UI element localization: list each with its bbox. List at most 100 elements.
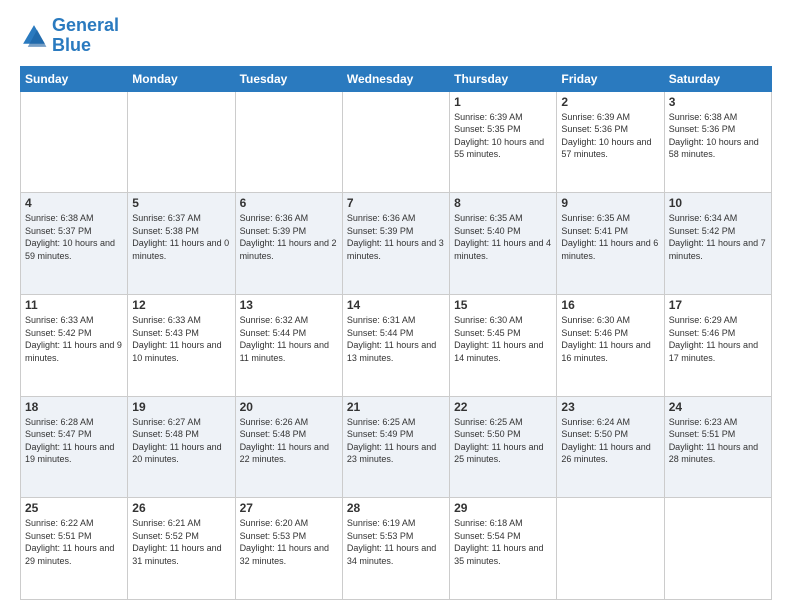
calendar-cell: 10 Sunrise: 6:34 AM Sunset: 5:42 PM Dayli… [664, 193, 771, 295]
calendar-cell: 14 Sunrise: 6:31 AM Sunset: 5:44 PM Dayli… [342, 294, 449, 396]
calendar-cell: 24 Sunrise: 6:23 AM Sunset: 5:51 PM Dayli… [664, 396, 771, 498]
day-info: Sunrise: 6:33 AM Sunset: 5:43 PM Dayligh… [132, 314, 230, 364]
week-row-3: 11 Sunrise: 6:33 AM Sunset: 5:42 PM Dayli… [21, 294, 772, 396]
day-info: Sunrise: 6:32 AM Sunset: 5:44 PM Dayligh… [240, 314, 338, 364]
calendar-cell: 9 Sunrise: 6:35 AM Sunset: 5:41 PM Daylig… [557, 193, 664, 295]
day-info: Sunrise: 6:21 AM Sunset: 5:52 PM Dayligh… [132, 517, 230, 567]
calendar-cell: 5 Sunrise: 6:37 AM Sunset: 5:38 PM Daylig… [128, 193, 235, 295]
day-info: Sunrise: 6:18 AM Sunset: 5:54 PM Dayligh… [454, 517, 552, 567]
calendar-cell: 16 Sunrise: 6:30 AM Sunset: 5:46 PM Dayli… [557, 294, 664, 396]
day-info: Sunrise: 6:35 AM Sunset: 5:41 PM Dayligh… [561, 212, 659, 262]
day-number: 8 [454, 196, 552, 210]
header: General Blue [20, 16, 772, 56]
calendar-table: SundayMondayTuesdayWednesdayThursdayFrid… [20, 66, 772, 600]
calendar-cell: 27 Sunrise: 6:20 AM Sunset: 5:53 PM Dayli… [235, 498, 342, 600]
calendar-cell: 11 Sunrise: 6:33 AM Sunset: 5:42 PM Dayli… [21, 294, 128, 396]
weekday-header-thursday: Thursday [450, 66, 557, 91]
calendar-cell [235, 91, 342, 193]
day-info: Sunrise: 6:30 AM Sunset: 5:45 PM Dayligh… [454, 314, 552, 364]
weekday-header-monday: Monday [128, 66, 235, 91]
day-info: Sunrise: 6:22 AM Sunset: 5:51 PM Dayligh… [25, 517, 123, 567]
calendar-cell: 12 Sunrise: 6:33 AM Sunset: 5:43 PM Dayli… [128, 294, 235, 396]
day-number: 26 [132, 501, 230, 515]
day-number: 7 [347, 196, 445, 210]
calendar-cell: 1 Sunrise: 6:39 AM Sunset: 5:35 PM Daylig… [450, 91, 557, 193]
calendar-cell: 3 Sunrise: 6:38 AM Sunset: 5:36 PM Daylig… [664, 91, 771, 193]
weekday-header-wednesday: Wednesday [342, 66, 449, 91]
calendar-cell: 26 Sunrise: 6:21 AM Sunset: 5:52 PM Dayli… [128, 498, 235, 600]
calendar-cell: 7 Sunrise: 6:36 AM Sunset: 5:39 PM Daylig… [342, 193, 449, 295]
day-number: 13 [240, 298, 338, 312]
day-info: Sunrise: 6:33 AM Sunset: 5:42 PM Dayligh… [25, 314, 123, 364]
day-number: 5 [132, 196, 230, 210]
day-number: 12 [132, 298, 230, 312]
day-info: Sunrise: 6:19 AM Sunset: 5:53 PM Dayligh… [347, 517, 445, 567]
day-number: 22 [454, 400, 552, 414]
day-info: Sunrise: 6:24 AM Sunset: 5:50 PM Dayligh… [561, 416, 659, 466]
day-info: Sunrise: 6:39 AM Sunset: 5:35 PM Dayligh… [454, 111, 552, 161]
day-number: 4 [25, 196, 123, 210]
day-number: 1 [454, 95, 552, 109]
calendar-cell [342, 91, 449, 193]
day-info: Sunrise: 6:27 AM Sunset: 5:48 PM Dayligh… [132, 416, 230, 466]
week-row-4: 18Sunrise: 6:28 AM Sunset: 5:47 PM Dayli… [21, 396, 772, 498]
weekday-header-tuesday: Tuesday [235, 66, 342, 91]
weekday-header-row: SundayMondayTuesdayWednesdayThursdayFrid… [21, 66, 772, 91]
day-number: 6 [240, 196, 338, 210]
day-info: Sunrise: 6:36 AM Sunset: 5:39 PM Dayligh… [347, 212, 445, 262]
day-info: Sunrise: 6:25 AM Sunset: 5:50 PM Dayligh… [454, 416, 552, 466]
day-number: 10 [669, 196, 767, 210]
day-info: Sunrise: 6:25 AM Sunset: 5:49 PM Dayligh… [347, 416, 445, 466]
week-row-2: 4 Sunrise: 6:38 AM Sunset: 5:37 PM Daylig… [21, 193, 772, 295]
calendar-cell: 6 Sunrise: 6:36 AM Sunset: 5:39 PM Daylig… [235, 193, 342, 295]
day-number: 23 [561, 400, 659, 414]
day-number: 20 [240, 400, 338, 414]
calendar-cell: 8Sunrise: 6:35 AM Sunset: 5:40 PM Daylig… [450, 193, 557, 295]
day-info: Sunrise: 6:23 AM Sunset: 5:51 PM Dayligh… [669, 416, 767, 466]
weekday-header-saturday: Saturday [664, 66, 771, 91]
week-row-1: 1 Sunrise: 6:39 AM Sunset: 5:35 PM Daylig… [21, 91, 772, 193]
calendar-cell: 15 Sunrise: 6:30 AM Sunset: 5:45 PM Dayli… [450, 294, 557, 396]
logo: General Blue [20, 16, 119, 56]
day-number: 19 [132, 400, 230, 414]
day-info: Sunrise: 6:36 AM Sunset: 5:39 PM Dayligh… [240, 212, 338, 262]
day-info: Sunrise: 6:28 AM Sunset: 5:47 PM Dayligh… [25, 416, 123, 466]
calendar-cell [557, 498, 664, 600]
day-info: Sunrise: 6:20 AM Sunset: 5:53 PM Dayligh… [240, 517, 338, 567]
logo-icon [20, 22, 48, 50]
day-info: Sunrise: 6:29 AM Sunset: 5:46 PM Dayligh… [669, 314, 767, 364]
week-row-5: 25 Sunrise: 6:22 AM Sunset: 5:51 PM Dayli… [21, 498, 772, 600]
day-info: Sunrise: 6:34 AM Sunset: 5:42 PM Dayligh… [669, 212, 767, 262]
day-info: Sunrise: 6:38 AM Sunset: 5:36 PM Dayligh… [669, 111, 767, 161]
calendar-cell: 22 Sunrise: 6:25 AM Sunset: 5:50 PM Dayli… [450, 396, 557, 498]
page: General Blue SundayMondayTuesdayWednesda… [0, 0, 792, 612]
day-number: 14 [347, 298, 445, 312]
calendar-cell: 29 Sunrise: 6:18 AM Sunset: 5:54 PM Dayli… [450, 498, 557, 600]
day-info: Sunrise: 6:37 AM Sunset: 5:38 PM Dayligh… [132, 212, 230, 262]
day-number: 11 [25, 298, 123, 312]
day-number: 17 [669, 298, 767, 312]
calendar-cell [664, 498, 771, 600]
day-info: Sunrise: 6:31 AM Sunset: 5:44 PM Dayligh… [347, 314, 445, 364]
calendar-cell: 20 Sunrise: 6:26 AM Sunset: 5:48 PM Dayli… [235, 396, 342, 498]
day-number: 16 [561, 298, 659, 312]
calendar-cell [128, 91, 235, 193]
calendar-cell: 17 Sunrise: 6:29 AM Sunset: 5:46 PM Dayli… [664, 294, 771, 396]
logo-text: General Blue [52, 16, 119, 56]
day-number: 24 [669, 400, 767, 414]
day-number: 25 [25, 501, 123, 515]
calendar-cell: 18Sunrise: 6:28 AM Sunset: 5:47 PM Dayli… [21, 396, 128, 498]
calendar-cell: 2Sunrise: 6:39 AM Sunset: 5:36 PM Daylig… [557, 91, 664, 193]
day-info: Sunrise: 6:30 AM Sunset: 5:46 PM Dayligh… [561, 314, 659, 364]
day-info: Sunrise: 6:38 AM Sunset: 5:37 PM Dayligh… [25, 212, 123, 262]
calendar-cell: 4 Sunrise: 6:38 AM Sunset: 5:37 PM Daylig… [21, 193, 128, 295]
day-number: 27 [240, 501, 338, 515]
day-number: 15 [454, 298, 552, 312]
calendar-cell [21, 91, 128, 193]
day-info: Sunrise: 6:26 AM Sunset: 5:48 PM Dayligh… [240, 416, 338, 466]
day-number: 3 [669, 95, 767, 109]
calendar-cell: 19 Sunrise: 6:27 AM Sunset: 5:48 PM Dayli… [128, 396, 235, 498]
day-number: 9 [561, 196, 659, 210]
day-number: 29 [454, 501, 552, 515]
day-number: 2 [561, 95, 659, 109]
